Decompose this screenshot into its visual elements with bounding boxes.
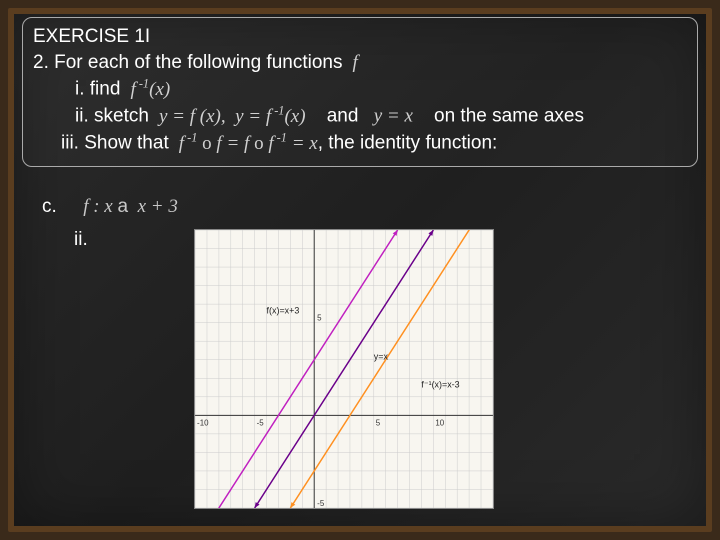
item-ii-prefix: ii. sketch — [75, 106, 149, 127]
chart-panel: -10-551015-5510f(x)=x+3y=xf⁻¹(x)=x-3 — [194, 229, 494, 509]
item-i-math: f -1(x) — [126, 79, 171, 100]
item-i: i. find f -1(x) — [33, 75, 687, 102]
part-c: c. f : x a x + 3 — [42, 196, 178, 218]
item-ii-math2: y = x — [369, 106, 413, 127]
exercise-prompt: 2. For each of the following functions f — [33, 50, 687, 76]
part-label: c. — [42, 196, 57, 217]
svg-text:-5: -5 — [257, 418, 265, 427]
svg-text:5: 5 — [317, 314, 322, 323]
item-iii-math: f -1 o f = f o f -1 = x — [174, 133, 318, 154]
prompt-text: 2. For each of the following functions — [33, 52, 342, 73]
item-i-prefix: i. find — [75, 79, 120, 100]
item-ii-math1: y = f (x), y = f -1(x) — [154, 106, 305, 127]
chalkboard: EXERCISE 1I 2. For each of the following… — [8, 8, 712, 532]
sub-ii: ii. — [74, 229, 88, 251]
item-ii: ii. sketch y = f (x), y = f -1(x) and y … — [33, 102, 687, 129]
svg-text:f⁻¹(x)=x-3: f⁻¹(x)=x-3 — [421, 380, 459, 390]
part-func: f : x a x + 3 — [83, 196, 178, 217]
svg-text:-5: -5 — [317, 499, 325, 508]
exercise-heading: EXERCISE 1I — [33, 24, 687, 50]
item-ii-mid: and — [311, 106, 364, 127]
svg-text:f(x)=x+3: f(x)=x+3 — [267, 305, 300, 315]
item-ii-suffix: on the same axes — [418, 106, 584, 127]
exercise-box: EXERCISE 1I 2. For each of the following… — [22, 17, 698, 167]
svg-text:-10: -10 — [197, 418, 209, 427]
chart-svg: -10-551015-5510f(x)=x+3y=xf⁻¹(x)=x-3 — [195, 230, 493, 508]
prompt-math: f — [348, 52, 358, 73]
item-iii-prefix: iii. Show that — [61, 133, 169, 154]
svg-text:5: 5 — [376, 418, 381, 427]
svg-text:y=x: y=x — [374, 352, 389, 362]
item-iii-suffix: , the identity function: — [318, 133, 498, 154]
svg-text:10: 10 — [435, 418, 444, 427]
item-iii: iii. Show that f -1 o f = f o f -1 = x, … — [33, 129, 687, 156]
